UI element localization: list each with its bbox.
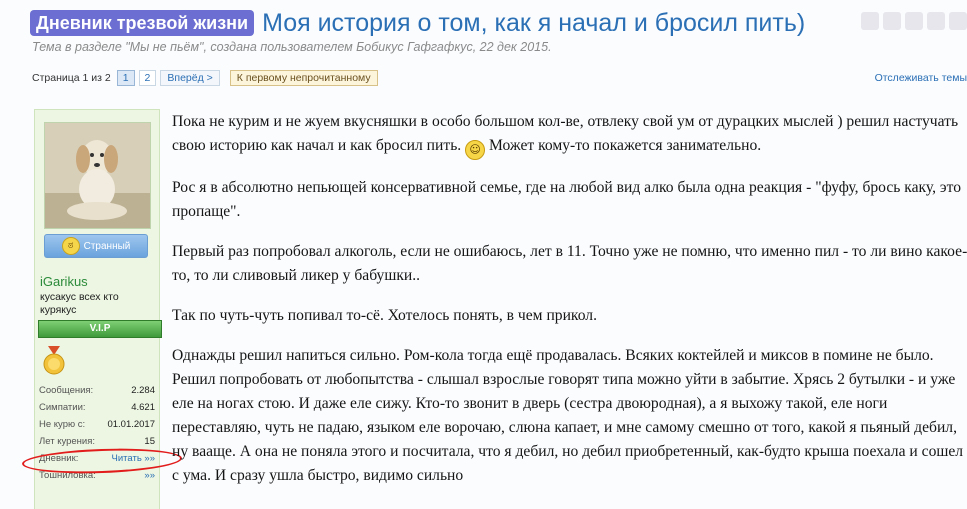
- page-count-label: Страница 1 из 2: [32, 72, 111, 84]
- stat-value: 4.621: [131, 402, 155, 413]
- page-watermark: [0, 60, 18, 508]
- share-icon[interactable]: [883, 12, 901, 30]
- share-icon[interactable]: [949, 12, 967, 30]
- post-paragraph: Пока не курим и не жуем вкусняшки в особ…: [172, 110, 967, 160]
- stat-likes: Симпатии: 4.621: [39, 399, 155, 416]
- next-page-button[interactable]: Вперёд >: [160, 70, 220, 86]
- user-title: кусакус всех кто курякус: [40, 291, 119, 316]
- mood-label: Странный: [83, 240, 131, 252]
- post-paragraph: Рос я в абсолютно непьющей консервативно…: [172, 179, 962, 220]
- stat-value[interactable]: 2.284: [131, 385, 155, 396]
- stat-label: Сообщения:: [39, 385, 94, 396]
- first-unread-button[interactable]: К первому непрочитанному: [229, 70, 378, 86]
- smiley-icon: ☺: [465, 140, 486, 160]
- page-link-2[interactable]: 2: [138, 70, 157, 86]
- username-link[interactable]: iGarikus: [40, 274, 88, 289]
- medal-icon[interactable]: [42, 346, 66, 376]
- watch-thread-link[interactable]: Отслеживать темы: [875, 72, 967, 84]
- share-icon[interactable]: [927, 12, 945, 30]
- mood-button[interactable]: ಠ Странный: [44, 234, 148, 258]
- post-paragraph: Первый раз попробовал алкоголь, если не …: [172, 243, 967, 284]
- post-paragraph: Однажды решил напиться сильно. Ром-кола …: [172, 347, 964, 484]
- post-text: Может кому-то покажется занимательно.: [489, 137, 762, 154]
- avatar[interactable]: [44, 122, 151, 229]
- stat-value: 15: [144, 436, 155, 447]
- post-body: Пока не курим и не жуем вкусняшки в особ…: [172, 110, 967, 504]
- stat-years-smoking: Лет курения: 15: [39, 433, 155, 450]
- mood-face-icon: ಠ: [61, 237, 80, 255]
- rank-banner: V.I.P: [38, 320, 162, 338]
- share-icon[interactable]: [905, 12, 923, 30]
- thread-subtitle: Тема в разделе "Мы не пьём", создана пол…: [32, 40, 552, 54]
- thread-prefix-badge[interactable]: Дневник трезвой жизни: [30, 10, 255, 36]
- stat-label: Не курю с:: [39, 419, 86, 430]
- page-nav: Страница 1 из 2 1 2 Вперёд > К первому н…: [32, 70, 378, 86]
- stat-value: 01.01.2017: [107, 419, 155, 430]
- page-link-1[interactable]: 1: [116, 70, 135, 86]
- toshnilovka-link[interactable]: »»: [144, 470, 155, 481]
- stat-quit-date: Не курю с: 01.01.2017: [39, 416, 155, 433]
- stat-messages: Сообщения: 2.284: [39, 382, 155, 399]
- post-paragraph: Так по чуть-чуть попивал то-сё. Хотелось…: [172, 307, 597, 324]
- thread-header: Дневник трезвой жизни Моя история о том,…: [30, 6, 967, 40]
- share-buttons: [861, 12, 967, 30]
- stat-label: Симпатии:: [39, 402, 86, 413]
- stat-label: Лет курения:: [39, 436, 96, 447]
- dog-avatar-image: [45, 123, 150, 228]
- share-icon[interactable]: [861, 12, 879, 30]
- thread-title: Моя история о том, как я начал и бросил …: [262, 8, 806, 37]
